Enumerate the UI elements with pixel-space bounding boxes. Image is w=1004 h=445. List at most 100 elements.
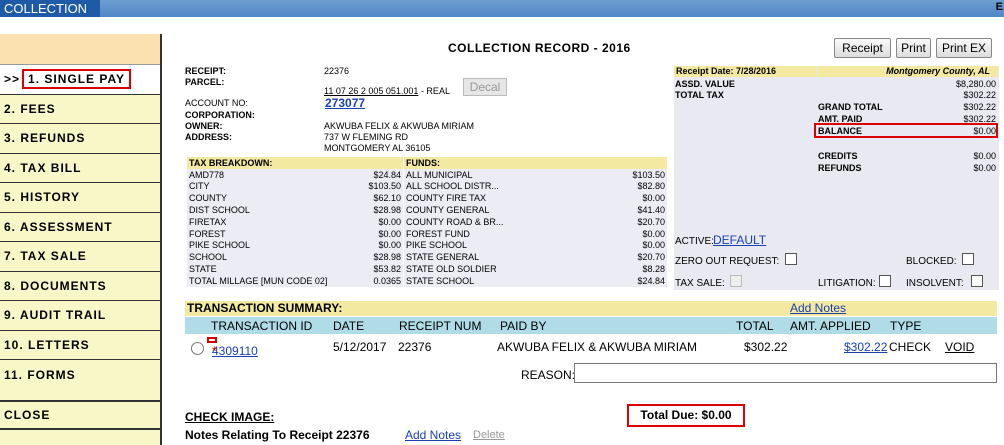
tax-sale-label: TAX SALE: [675, 278, 725, 289]
top-bar: COLLECTION E [0, 0, 1004, 17]
menu-item-fees[interactable]: 2. FEES [0, 95, 160, 124]
menu-item-audit-trail[interactable]: 9. AUDIT TRAIL [0, 301, 160, 331]
transaction-id-link[interactable]: 4309110 [212, 344, 258, 358]
cell: $20.70 [637, 252, 665, 263]
footer-add-notes-link[interactable]: Add Notes [405, 428, 461, 442]
transaction-type: CHECK [889, 340, 932, 354]
receipt-date: Receipt Date: 7/28/2016 [674, 66, 817, 77]
table-row: SCHOOL $28.98 [187, 251, 403, 264]
cell: FIRETAX [189, 216, 227, 227]
tax-sale-checkbox[interactable] [730, 275, 742, 287]
litigation-checkbox[interactable] [879, 275, 891, 287]
menu-header [0, 34, 160, 65]
cell: SCHOOL [189, 252, 228, 263]
insolvent-label: INSOLVENT: [906, 278, 964, 289]
table-row: PIKE SCHOOL $0.00 [404, 239, 667, 252]
address-line2: MONTGOMERY AL 36105 [324, 143, 431, 153]
menu-arrow: >> [4, 72, 21, 87]
menu-item-assessment[interactable]: 6. ASSESSMENT [0, 213, 160, 242]
transaction-row: 4309110 * 5/12/2017 22376 AKWUBA FELIX &… [185, 335, 997, 360]
blocked-checkbox[interactable] [962, 253, 974, 265]
table-row: DIST SCHOOL $28.98 [187, 204, 403, 216]
cell: PIKE SCHOOL [189, 240, 251, 251]
table-row: PIKE SCHOOL $0.00 [187, 239, 403, 252]
record-title: COLLECTION RECORD - 2016 [448, 41, 631, 55]
zero-out-label: ZERO OUT REQUEST: [675, 256, 780, 267]
table-row: FIRETAX $0.00 [187, 215, 403, 228]
cell: $28.98 [373, 252, 401, 263]
total-tax-value: $302.22 [963, 90, 996, 100]
menu-item-label: 10. LETTERS [4, 337, 90, 352]
transaction-radio[interactable] [191, 342, 204, 355]
delete-link[interactable]: Delete [473, 429, 505, 441]
account-link[interactable]: 273077 [325, 96, 365, 110]
cell: $62.10 [373, 193, 401, 204]
table-row: STATE SCHOOL $24.84 [404, 274, 667, 287]
cell: COUNTY [189, 193, 227, 204]
total-tax-label: TOTAL TAX [675, 90, 724, 100]
table-row: STATE $53.82 [187, 263, 403, 275]
reason-input[interactable] [574, 363, 997, 383]
parcel-link[interactable]: 11 07 26 2 005 051.001 [324, 86, 418, 96]
menu-item-refunds[interactable]: 3. REFUNDS [0, 124, 160, 154]
receipt-button[interactable]: Receipt [834, 38, 891, 58]
cell: FOREST FUND [406, 228, 470, 239]
transaction-date: 5/12/2017 [333, 340, 387, 354]
table-row: STATE OLD SOLDIER $8.28 [404, 263, 667, 275]
table-row: COUNTY ROAD & BR... $20.70 [404, 215, 667, 228]
menu-item-label: 5. HISTORY [4, 190, 81, 205]
menu-item-tax-sale[interactable]: 7. TAX SALE [0, 242, 160, 272]
cell: PIKE SCHOOL [406, 240, 468, 251]
cell: $103.50 [368, 181, 401, 192]
menu-item-single-pay[interactable]: >> 1. SINGLE PAY [0, 65, 160, 95]
parcel-suffix: - REAL [420, 86, 450, 96]
print-ex-button[interactable]: Print EX [936, 38, 992, 58]
menu-item-tax-bill[interactable]: 4. TAX BILL [0, 154, 160, 183]
void-link[interactable]: VOID [945, 340, 974, 354]
table-row: FOREST $0.00 [187, 227, 403, 240]
table-row: COUNTY $62.10 [187, 192, 403, 205]
cell: COUNTY ROAD & BR... [406, 216, 504, 227]
col-paid-by: PAID BY [500, 319, 547, 333]
transaction-applied-link[interactable]: $302.22 [844, 340, 887, 354]
menu-item-label: 7. TAX SALE [4, 249, 87, 264]
zero-out-checkbox[interactable] [785, 253, 797, 265]
county-name: Montgomery County, AL [818, 66, 998, 77]
address-line1: 737 W FLEMING RD [324, 132, 409, 142]
blocked-label: BLOCKED: [906, 256, 957, 267]
corporation-label: CORPORATION: [185, 110, 255, 120]
transaction-total: $302.22 [744, 340, 788, 354]
cell: $0.00 [642, 240, 665, 251]
cell: $0.00 [378, 216, 401, 227]
cell: STATE SCHOOL [406, 275, 475, 286]
collection-tab[interactable]: COLLECTION [0, 0, 100, 17]
top-bar-edge-text: E [995, 1, 1003, 13]
menu-item-label: 11. FORMS [4, 367, 76, 382]
print-button[interactable]: Print [896, 38, 931, 58]
cell: STATE OLD SOLDIER [406, 264, 497, 275]
reason-label: REASON: [521, 368, 576, 382]
table-row: STATE GENERAL $20.70 [404, 251, 667, 264]
col-total: TOTAL [736, 319, 774, 333]
menu-item-forms[interactable]: 11. FORMS [0, 360, 160, 390]
active-default-link[interactable]: DEFAULT [713, 233, 766, 247]
menu-item-letters[interactable]: 10. LETTERS [0, 331, 160, 360]
cell: COUNTY FIRE TAX [406, 193, 487, 204]
litigation-label: LITIGATION: [818, 278, 876, 289]
transaction-columns: TRANSACTION ID DATE RECEIPT NUM PAID BY … [185, 317, 997, 334]
menu-item-close[interactable]: CLOSE [0, 399, 160, 430]
tax-breakdown-header: TAX BREAKDOWN: [189, 157, 273, 168]
add-notes-link[interactable]: Add Notes [790, 301, 846, 316]
menu-item-documents[interactable]: 8. DOCUMENTS [0, 272, 160, 301]
menu-item-history[interactable]: 5. HISTORY [0, 183, 160, 213]
funds-table: FUNDS: ALL MUNICIPAL $103.50 ALL SCHOOL D… [404, 157, 667, 287]
receipt-value: 22376 [324, 66, 350, 76]
menu-item-label: CLOSE [4, 407, 51, 422]
menu-item-label: 6. ASSESSMENT [4, 219, 113, 234]
insolvent-checkbox[interactable] [971, 275, 983, 287]
table-row: FOREST FUND $0.00 [404, 227, 667, 240]
cell: $24.84 [637, 275, 665, 286]
cell: $0.00 [378, 240, 401, 251]
decal-button[interactable]: Decal [463, 78, 507, 96]
table-row: CITY $103.50 [187, 180, 403, 193]
